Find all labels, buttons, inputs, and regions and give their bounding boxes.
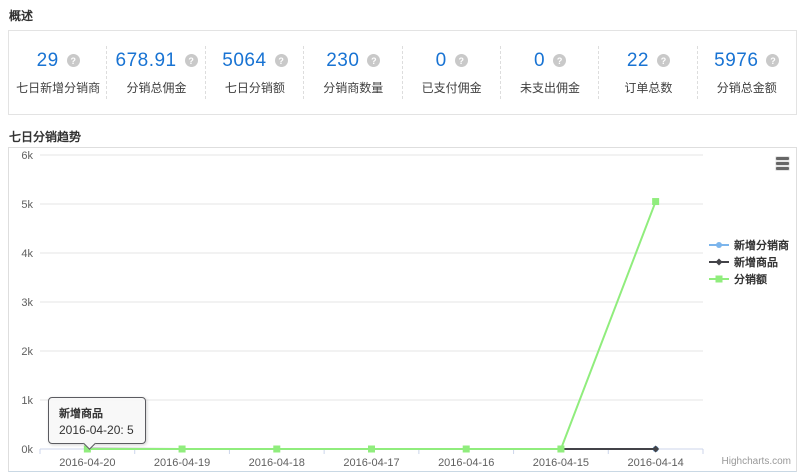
overview-stat-panel: 29? 七日新增分销商 678.91? 分销总佣金 5064? 七日分销额 230? 分销商数… (8, 30, 797, 115)
legend-marker-icon (709, 240, 729, 250)
y-tick-label: 3k (21, 297, 33, 309)
chart-legend: 新增分销商新增商品分销额 (709, 236, 789, 287)
chart-export-menu-icon[interactable] (772, 155, 792, 172)
stat-card: 230? 分销商数量 (304, 31, 402, 114)
stat-value: 678.91 (116, 50, 177, 72)
x-tick-label: 2016-04-16 (438, 457, 494, 469)
stat-label: 分销商数量 (323, 79, 383, 96)
stat-value: 29 (37, 50, 59, 72)
trend-title: 七日分销趋势 (9, 128, 81, 145)
help-icon[interactable]: ? (67, 54, 80, 67)
dashboard-page: 概述 29? 七日新增分销商 678.91? 分销总佣金 5064? 七日分销额 230? 分… (0, 0, 806, 476)
legend-label: 新增商品 (734, 254, 778, 270)
help-icon[interactable]: ? (766, 54, 779, 67)
y-tick-label: 0k (21, 444, 33, 456)
series-line[interactable] (87, 202, 655, 449)
stat-card: 0? 未支出佣金 (501, 31, 599, 114)
stat-card: 5976? 分销总金额 (698, 31, 796, 114)
stat-label: 订单总数 (624, 79, 672, 96)
help-icon[interactable]: ? (657, 54, 670, 67)
legend-marker-icon (709, 257, 729, 267)
stat-card: 29? 七日新增分销商 (9, 31, 107, 114)
stat-value: 22 (627, 50, 649, 72)
data-point-square[interactable] (557, 446, 564, 453)
x-tick-label: 2016-04-18 (249, 457, 305, 469)
help-icon[interactable]: ? (185, 54, 198, 67)
stat-value: 230 (326, 50, 359, 72)
data-point-diamond[interactable] (716, 258, 723, 265)
help-icon[interactable]: ? (455, 54, 468, 67)
chart-tooltip: 新增商品 2016-04-20: 5 (48, 397, 146, 444)
trend-chart-panel: 0k 1k 2k 3k 4k 5k 6k 2016-04-20 2016-04-19 2016-0… (8, 147, 797, 472)
data-point-diamond[interactable] (652, 446, 659, 453)
stat-value: 0 (534, 50, 545, 72)
stat-label: 未支出佣金 (520, 79, 580, 96)
y-tick-label: 6k (21, 150, 33, 162)
stat-card: 5064? 七日分销额 (206, 31, 304, 114)
stat-card: 0? 已支付佣金 (403, 31, 501, 114)
x-tick-label: 2016-04-20 (59, 457, 115, 469)
x-tick-label: 2016-04-14 (628, 457, 684, 469)
help-icon[interactable]: ? (553, 54, 566, 67)
stat-label: 七日新增分销商 (16, 79, 100, 96)
x-tick-label: 2016-04-19 (154, 457, 210, 469)
highcharts-credit[interactable]: Highcharts.com (722, 456, 791, 467)
data-point-square[interactable] (368, 446, 375, 453)
tooltip-series-name: 新增商品 (59, 405, 134, 421)
legend-label: 分销额 (734, 271, 767, 287)
x-tick-label: 2016-04-15 (533, 457, 589, 469)
stat-label: 分销总佣金 (127, 79, 187, 96)
legend-item-新增分销商[interactable]: 新增分销商 (709, 236, 789, 253)
data-point-square[interactable] (463, 446, 470, 453)
overview-title: 概述 (9, 7, 33, 24)
stat-label: 七日分销额 (225, 79, 285, 96)
help-icon[interactable]: ? (367, 54, 380, 67)
y-tick-label: 4k (21, 248, 33, 260)
help-icon[interactable]: ? (275, 54, 288, 67)
y-tick-label: 1k (21, 395, 33, 407)
series-分销额 (84, 198, 659, 452)
y-tick-label: 2k (21, 346, 33, 358)
data-point-square[interactable] (273, 446, 280, 453)
tooltip-value: 2016-04-20: 5 (59, 423, 134, 437)
stat-value: 5064 (222, 50, 266, 72)
legend-item-分销额[interactable]: 分销额 (709, 270, 789, 287)
stat-label: 已支付佣金 (422, 79, 482, 96)
stat-value: 0 (436, 50, 447, 72)
legend-marker-icon (709, 274, 729, 284)
stat-value: 5976 (714, 50, 758, 72)
data-point-square[interactable] (716, 275, 723, 282)
data-point-square[interactable] (179, 446, 186, 453)
data-point-circle[interactable] (716, 242, 722, 248)
x-tick-label: 2016-04-17 (343, 457, 399, 469)
stat-label: 分销总金额 (717, 79, 777, 96)
legend-item-新增商品[interactable]: 新增商品 (709, 253, 789, 270)
stat-card: 678.91? 分销总佣金 (107, 31, 205, 114)
y-tick-label: 5k (21, 199, 33, 211)
legend-label: 新增分销商 (734, 237, 789, 253)
data-point-square[interactable] (652, 198, 659, 205)
stat-card: 22? 订单总数 (599, 31, 697, 114)
